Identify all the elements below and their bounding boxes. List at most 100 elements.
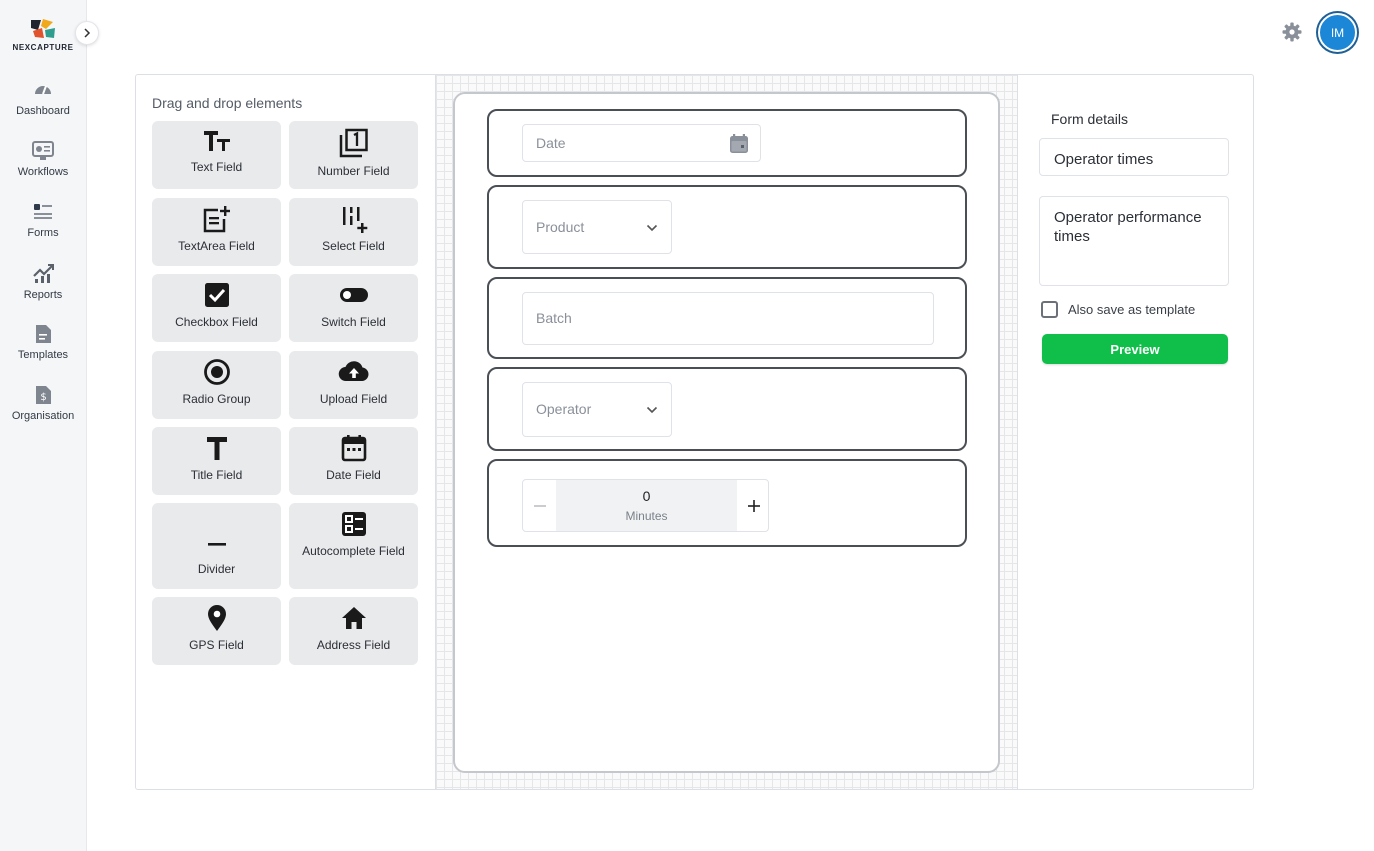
batch-placeholder: Batch (536, 310, 572, 326)
switch-field-icon (339, 288, 368, 302)
text-field-icon (203, 131, 230, 151)
textarea-field-icon (203, 206, 230, 233)
details-title: Form details (1051, 111, 1129, 127)
increment-button[interactable] (737, 480, 770, 531)
product-select[interactable]: Product (522, 200, 672, 254)
palette-textarea-field[interactable]: TextArea Field (152, 198, 281, 266)
sidebar-item-label: Reports (23, 289, 63, 301)
forms-icon (34, 204, 52, 219)
user-avatar[interactable]: IM (1318, 13, 1357, 52)
palette-select-field[interactable]: Select Field (289, 198, 418, 266)
sidebar-item-templates[interactable]: Templates (0, 324, 86, 361)
sidebar-item-label: Templates (17, 349, 69, 361)
autocomplete-field-icon (341, 512, 366, 536)
palette-upload-field[interactable]: Upload Field (289, 351, 418, 419)
minutes-unit: Minutes (625, 509, 668, 523)
form-name-input[interactable]: Operator times (1039, 138, 1229, 176)
palette-title: Drag and drop elements (152, 95, 303, 111)
logo[interactable]: NEXCAPTURE (0, 18, 86, 52)
minutes-stepper[interactable]: 0 Minutes (522, 479, 769, 532)
canvas-minutes-field[interactable]: 0 Minutes (487, 459, 967, 547)
sidebar-item-label: Dashboard (16, 105, 70, 117)
plus-icon (747, 499, 760, 512)
palette-date-field[interactable]: Date Field (289, 427, 418, 495)
date-placeholder: Date (536, 135, 566, 151)
palette-title-field[interactable]: Title Field (152, 427, 281, 495)
operator-select[interactable]: Operator (522, 382, 672, 437)
decrement-button[interactable] (523, 480, 556, 531)
tile-label: Title Field (190, 468, 243, 482)
palette-checkbox-field[interactable]: Checkbox Field (152, 274, 281, 342)
sidebar-item-reports[interactable]: Reports (0, 262, 86, 301)
sidebar-item-workflows[interactable]: Workflows (0, 141, 86, 178)
app-root: NEXCAPTURE Dashboard Workflows Forms Rep… (0, 0, 1374, 851)
select-field-icon (342, 207, 367, 233)
tile-label: GPS Field (189, 638, 244, 652)
tile-label: Select Field (322, 239, 385, 253)
home-icon (341, 607, 366, 629)
sidebar-item-label: Workflows (17, 166, 69, 178)
tile-label: Number Field (317, 164, 390, 178)
canvas-product-field[interactable]: Product (487, 185, 967, 269)
location-pin-icon (207, 605, 226, 631)
canvas-operator-field[interactable]: Operator (487, 367, 967, 451)
settings-button[interactable] (1281, 21, 1303, 43)
svg-text:$: $ (40, 392, 46, 403)
tile-label: Checkbox Field (175, 315, 258, 329)
form-description-textarea[interactable]: Operator performance times (1039, 196, 1229, 286)
minus-icon (533, 504, 546, 507)
tile-label: Address Field (316, 638, 391, 652)
tile-label: Date Field (326, 468, 381, 482)
chevron-down-icon (646, 406, 658, 414)
form-builder: Drag and drop elements Text Field Number… (135, 74, 1254, 790)
palette-text-field[interactable]: Text Field (152, 121, 281, 189)
preview-button[interactable]: Preview (1042, 334, 1228, 364)
canvas-batch-field[interactable]: Batch (487, 277, 967, 359)
dashboard-gauge-icon (35, 85, 51, 95)
palette-gps-field[interactable]: GPS Field (152, 597, 281, 665)
organisation-dollar-icon: $ (36, 386, 51, 404)
save-template-option[interactable]: Also save as template (1041, 300, 1195, 318)
sidebar-expand-button[interactable] (75, 21, 99, 45)
operator-placeholder: Operator (536, 401, 592, 417)
templates-document-icon (36, 325, 51, 343)
form-details-panel: Form details Operator times Operator per… (1019, 75, 1253, 789)
save-template-checkbox[interactable] (1041, 300, 1058, 318)
sidebar: NEXCAPTURE Dashboard Workflows Forms Rep… (0, 0, 87, 851)
divider-icon (207, 543, 226, 546)
palette-number-field[interactable]: Number Field (289, 121, 418, 189)
calendar-icon (341, 435, 366, 462)
form-canvas[interactable]: Date Product Batch Operator 0 Minutes (436, 75, 1018, 789)
palette-switch-field[interactable]: Switch Field (289, 274, 418, 342)
date-input[interactable]: Date (522, 124, 761, 162)
sidebar-item-forms[interactable]: Forms (0, 202, 86, 239)
sidebar-item-organisation[interactable]: $ Organisation (0, 385, 86, 422)
calendar-icon (730, 134, 748, 153)
sidebar-item-label: Organisation (11, 410, 75, 422)
canvas-date-field[interactable]: Date (487, 109, 967, 177)
logo-text: NEXCAPTURE (12, 43, 74, 52)
tile-label: Text Field (190, 160, 243, 174)
palette-address-field[interactable]: Address Field (289, 597, 418, 665)
number-field-icon (339, 128, 368, 158)
sidebar-item-dashboard[interactable]: Dashboard (0, 80, 86, 117)
palette-divider[interactable]: Divider (152, 503, 281, 589)
chevron-right-icon (84, 28, 91, 38)
batch-input[interactable]: Batch (522, 292, 934, 345)
upload-cloud-icon (338, 361, 368, 382)
tile-label: Switch Field (321, 315, 386, 329)
tile-label: Upload Field (319, 392, 388, 406)
tile-label: Radio Group (182, 392, 251, 406)
product-placeholder: Product (536, 219, 585, 235)
title-field-icon (206, 437, 227, 460)
form-sheet[interactable]: Date Product Batch Operator 0 Minutes (453, 92, 1000, 773)
nexcapture-logo-icon (31, 19, 55, 38)
minutes-value: 0 (642, 488, 651, 504)
palette-autocomplete-field[interactable]: Autocomplete Field (289, 503, 418, 589)
minutes-value-field[interactable]: 0 Minutes (556, 480, 737, 531)
chevron-down-icon (646, 224, 658, 232)
elements-palette: Drag and drop elements Text Field Number… (136, 75, 436, 789)
checkbox-field-icon (204, 283, 229, 307)
tile-label: Autocomplete Field (302, 544, 405, 558)
palette-radio-group[interactable]: Radio Group (152, 351, 281, 419)
